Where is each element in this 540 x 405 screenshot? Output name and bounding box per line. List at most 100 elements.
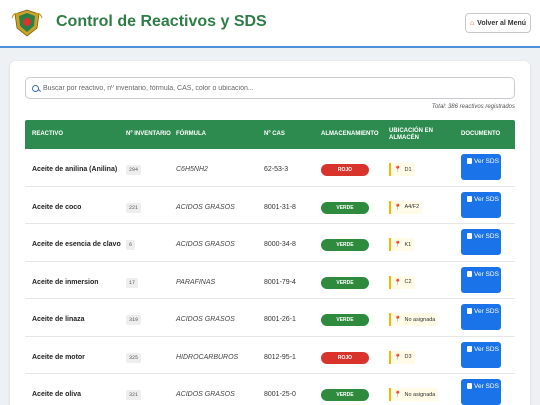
document-icon [467,195,472,202]
formula: ACIDOS GRASOS [176,391,235,399]
view-sds-button[interactable]: Ver SDS [461,154,501,181]
inventory-number: 319 [126,315,142,326]
inventory-number: 294 [126,165,142,176]
cas-number: 8001-31-8 [264,203,296,211]
table-header: REACTIVO Nº INVENTARIO FÓRMULA Nº CAS AL… [25,120,515,149]
table-body: Aceite de anilina (Anilina) 294 C6H5NH2 … [25,149,515,405]
storage-badge: VERDE [321,276,369,289]
view-sds-label: Ver SDS [474,270,499,278]
view-sds-button[interactable]: Ver SDS [461,341,501,368]
table-row: Aceite de linaza 319 ACIDOS GRASOS 8001-… [25,299,515,337]
reagent-name: Aceite de coco [32,203,82,211]
formula: ACIDOS GRASOS [176,316,235,324]
cas-number: 8012-95-1 [264,353,296,361]
document-icon [467,270,472,277]
view-sds-button[interactable]: Ver SDS [461,191,501,218]
location-tag: 📍 A4/F2 [389,200,423,214]
location-tag: 📍 D3 [389,350,415,364]
inventory-number: 321 [126,390,142,401]
cas-number: 8001-26-1 [264,316,296,324]
location-label: K1 [404,241,412,248]
location-label: No asignada [404,316,436,323]
formula: C6H5NH2 [176,166,208,174]
storage-badge: VERDE [321,239,369,252]
view-sds-label: Ver SDS [474,383,499,391]
document-icon [467,383,472,390]
inventory-number: 221 [126,202,142,213]
view-sds-button[interactable]: Ver SDS [461,229,501,256]
location-tag: 📍 D1 [389,163,415,177]
storage-badge: ROJO [321,351,369,364]
document-icon [467,233,472,240]
table-row: Aceite de esencia de clavo 6 ACIDOS GRAS… [25,224,515,262]
table-row: Aceite de anilina (Anilina) 294 C6H5NH2 … [25,149,515,187]
cas-number: 8001-25-0 [264,391,296,399]
search-input[interactable] [43,84,503,92]
inventory-number: 6 [126,240,136,251]
location-label: C2 [404,279,412,286]
formula: ACIDOS GRASOS [176,203,235,211]
header-almacenamiento: ALMACENAMIENTO [321,131,379,137]
storage-badge: VERDE [321,314,369,327]
pin-icon: 📍 [394,279,402,286]
header-inventario: Nº INVENTARIO [126,131,171,137]
header-ubicacion: UBICACIÓN EN ALMACÉN [389,127,434,141]
reagents-card: Total: 386 reactivos registrados REACTIV… [10,61,530,405]
table-row: Aceite de oliva 321 ACIDOS GRASOS 8001-2… [25,374,515,405]
back-to-menu-button[interactable]: ⌂ Volver al Menú [465,13,531,33]
location-tag: 📍 No asignada [389,388,439,402]
cas-number: 8000-34-8 [264,241,296,249]
total-count: Total: 386 reactivos registrados [431,104,515,110]
reagents-table: REACTIVO Nº INVENTARIO FÓRMULA Nº CAS AL… [25,120,515,405]
home-icon: ⌂ [469,19,475,27]
document-icon [467,345,472,352]
reagent-name: Aceite de motor [32,353,85,361]
search-icon [32,84,39,92]
location-tag: 📍 C2 [389,275,415,289]
back-button-label: Volver al Menú [477,19,527,27]
view-sds-button[interactable]: Ver SDS [461,304,501,331]
location-label: D3 [404,354,412,361]
formula: PARAFINAS [176,278,216,286]
pin-icon: 📍 [394,354,402,361]
location-label: No asignada [404,391,436,398]
table-row: Aceite de coco 221 ACIDOS GRASOS 8001-31… [25,187,515,224]
storage-badge: ROJO [321,164,369,177]
location-tag: 📍 K1 [389,238,415,252]
formula: ACIDOS GRASOS [176,241,235,249]
reagent-name: Aceite de esencia de clavo [32,241,121,249]
view-sds-label: Ver SDS [474,158,499,166]
app-header: Control de Reactivos y SDS ⌂ Volver al M… [0,0,540,48]
inventory-number: 17 [126,277,139,288]
pin-icon: 📍 [394,317,402,324]
view-sds-button[interactable]: Ver SDS [461,379,501,405]
reagent-name: Aceite de oliva [32,391,82,399]
location-tag: 📍 No asignada [389,313,439,327]
pin-icon: 📍 [394,167,402,174]
pin-icon: 📍 [394,392,402,399]
pin-icon: 📍 [394,242,402,249]
search-box[interactable] [25,77,515,99]
formula: HIDROCARBUROS [176,353,239,361]
reagent-name: Aceite de linaza [32,316,85,324]
header-formula: FÓRMULA [176,131,206,137]
view-sds-label: Ver SDS [474,308,499,316]
cas-number: 8001-79-4 [264,278,296,286]
view-sds-label: Ver SDS [474,345,499,353]
storage-badge: VERDE [321,201,369,214]
document-icon [467,308,472,315]
table-row: Aceite de inmersion 17 PARAFINAS 8001-79… [25,262,515,299]
view-sds-label: Ver SDS [474,233,499,241]
location-label: D1 [404,166,412,173]
table-row: Aceite de motor 325 HIDROCARBUROS 8012-9… [25,337,515,374]
reagent-name: Aceite de inmersion [32,278,99,286]
storage-badge: VERDE [321,389,369,402]
view-sds-button[interactable]: Ver SDS [461,266,501,293]
view-sds-label: Ver SDS [474,195,499,203]
header-cas: Nº CAS [264,131,285,137]
document-icon [467,158,472,165]
header-documento: DOCUMENTO [461,131,501,137]
pin-icon: 📍 [394,204,402,211]
reagent-name: Aceite de anilina (Anilina) [32,166,118,174]
inventory-number: 325 [126,352,142,363]
